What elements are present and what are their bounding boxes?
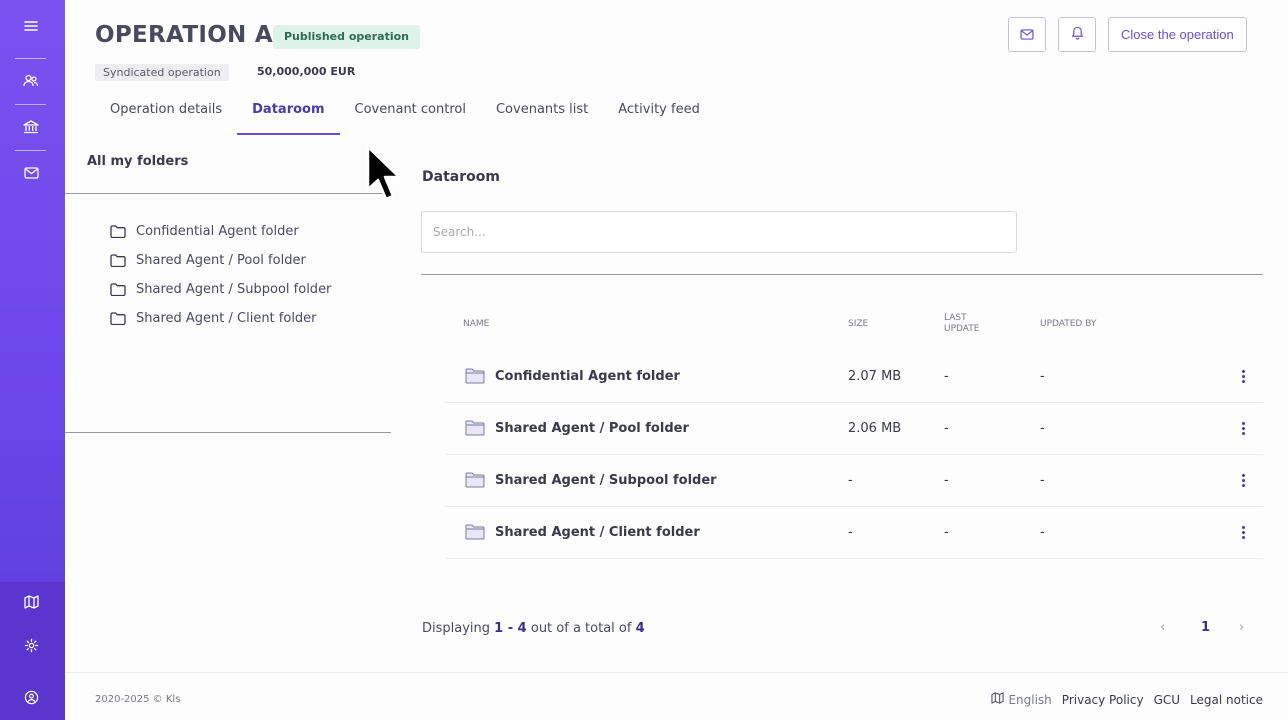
row-name[interactable]: Shared Agent / Subpool folder	[495, 473, 717, 488]
row-name[interactable]: Shared Agent / Pool folder	[495, 421, 689, 436]
column-header-name[interactable]: NAME	[463, 319, 489, 330]
pagination-summary: Displaying 1 - 4 out of a total of 4	[422, 621, 645, 636]
row-updated-by: -	[1040, 525, 1045, 540]
row-last-update: -	[944, 369, 949, 384]
folder-icon	[465, 524, 485, 540]
row-updated-by: -	[1040, 369, 1045, 384]
map-icon	[991, 692, 1005, 707]
mail-icon[interactable]	[20, 162, 42, 184]
tree-item-confidential-agent[interactable]: Confidential Agent folder	[110, 221, 299, 241]
folder-icon	[465, 368, 485, 384]
more-options-icon[interactable]	[1237, 521, 1249, 543]
page-number[interactable]: 1	[1201, 620, 1210, 635]
column-header-updated-by[interactable]: UPDATED BY	[1040, 319, 1096, 330]
more-options-icon[interactable]	[1237, 469, 1249, 491]
sidebar-divider	[15, 104, 46, 105]
map-icon[interactable]	[20, 591, 42, 613]
more-options-icon[interactable]	[1237, 417, 1249, 439]
table-row[interactable]: Shared Agent / Pool folder 2.06 MB - -	[445, 403, 1263, 455]
privacy-policy-link[interactable]: Privacy Policy	[1062, 693, 1144, 707]
mouse-cursor-icon	[366, 145, 401, 201]
dataroom-title: Dataroom	[422, 169, 500, 185]
tab-covenants-list[interactable]: Covenants list	[481, 92, 603, 135]
row-size: 2.06 MB	[848, 421, 902, 436]
row-size: -	[848, 473, 853, 488]
tree-item-label: Shared Agent / Pool folder	[136, 252, 306, 268]
tab-operation-details[interactable]: Operation details	[95, 92, 237, 135]
divider	[65, 193, 391, 194]
table-row[interactable]: Shared Agent / Client folder - - -	[445, 507, 1263, 559]
more-options-icon[interactable]	[1237, 365, 1249, 387]
row-updated-by: -	[1040, 473, 1045, 488]
tree-item-label: Confidential Agent folder	[136, 223, 299, 239]
users-icon[interactable]	[20, 70, 42, 92]
language-label: English	[1008, 692, 1052, 707]
tree-item-label: Shared Agent / Subpool folder	[136, 281, 332, 297]
bell-icon	[1071, 25, 1084, 44]
operation-type-badge: Syndicated operation	[95, 64, 229, 81]
row-name[interactable]: Shared Agent / Client folder	[495, 525, 700, 540]
table-row[interactable]: Shared Agent / Subpool folder - - -	[445, 455, 1263, 507]
operation-amount: 50,000,000 EUR	[257, 65, 356, 78]
tree-item-shared-subpool[interactable]: Shared Agent / Subpool folder	[110, 279, 331, 299]
pagination-prefix: Displaying	[422, 621, 491, 636]
status-badge: Published operation	[273, 25, 421, 49]
language-selector[interactable]: English	[991, 692, 1052, 707]
close-operation-button[interactable]: Close the operation	[1108, 17, 1247, 52]
bank-icon[interactable]	[20, 116, 42, 138]
folder-icon	[110, 224, 127, 238]
sidebar-divider	[15, 150, 46, 151]
tab-dataroom[interactable]: Dataroom	[237, 92, 340, 135]
notifications-button[interactable]	[1058, 17, 1096, 52]
tab-covenant-control[interactable]: Covenant control	[340, 92, 481, 135]
row-updated-by: -	[1040, 421, 1045, 436]
tree-item-shared-pool[interactable]: Shared Agent / Pool folder	[110, 250, 306, 270]
user-circle-icon[interactable]	[20, 686, 42, 708]
page-title: OPERATION A	[95, 22, 274, 48]
tree-item-shared-client[interactable]: Shared Agent / Client folder	[110, 308, 317, 328]
footer-links: English Privacy Policy GCU Legal notice	[991, 692, 1263, 707]
row-name[interactable]: Confidential Agent folder	[495, 369, 680, 384]
chevron-right-icon[interactable]: ›	[1239, 620, 1244, 635]
tab-activity-feed[interactable]: Activity feed	[603, 92, 715, 135]
footer-divider	[65, 672, 1288, 673]
row-last-update: -	[944, 473, 949, 488]
row-size: 2.07 MB	[848, 369, 902, 384]
chevron-left-icon[interactable]: ‹	[1160, 620, 1165, 635]
mail-button[interactable]	[1008, 17, 1046, 52]
row-size: -	[848, 525, 853, 540]
column-header-size[interactable]: SIZE	[848, 319, 868, 330]
search-input[interactable]	[421, 211, 1017, 253]
folder-icon	[465, 472, 485, 488]
folder-icon	[465, 420, 485, 436]
row-last-update: -	[944, 525, 949, 540]
mail-icon	[1020, 25, 1034, 44]
gear-icon[interactable]	[20, 634, 42, 656]
sidebar	[0, 0, 65, 720]
divider	[421, 274, 1263, 275]
column-header-last-update[interactable]: LAST UPDATE	[944, 313, 996, 335]
divider	[65, 432, 391, 433]
pagination-range: 1 - 4	[494, 621, 527, 636]
folder-icon	[110, 282, 127, 296]
main-content: OPERATION A Published operation Syndicat…	[65, 0, 1288, 720]
table-row[interactable]: Confidential Agent folder 2.07 MB - -	[445, 351, 1263, 403]
folder-icon	[110, 253, 127, 267]
row-last-update: -	[944, 421, 949, 436]
tree-item-label: Shared Agent / Client folder	[136, 310, 317, 326]
folder-icon	[110, 311, 127, 325]
gcu-link[interactable]: GCU	[1154, 693, 1180, 707]
sidebar-divider	[15, 58, 46, 59]
menu-icon[interactable]	[20, 15, 42, 37]
legal-notice-link[interactable]: Legal notice	[1190, 693, 1263, 707]
pagination-total: 4	[635, 621, 645, 636]
tab-bar: Operation details Dataroom Covenant cont…	[95, 92, 715, 135]
folders-panel-title: All my folders	[87, 154, 189, 169]
copyright: 2020-2025 © Kls	[95, 694, 181, 705]
pagination-middle: out of a total of	[530, 621, 632, 636]
